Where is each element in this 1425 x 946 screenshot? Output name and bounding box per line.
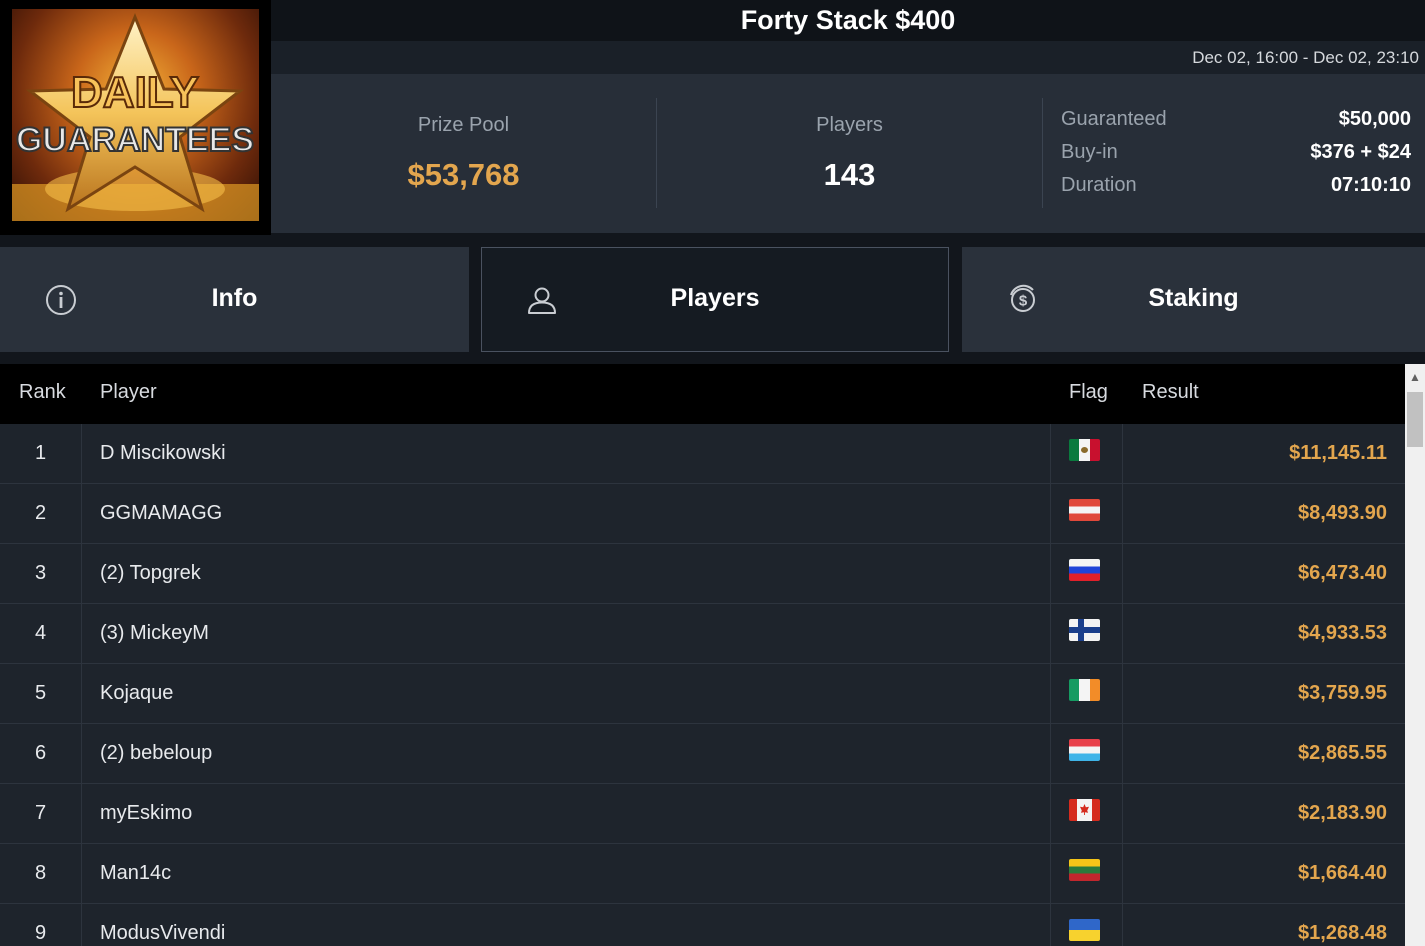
prize-pool-label: Prize Pool <box>417 114 510 136</box>
rank-cell: 5 <box>0 664 82 724</box>
tab-players-label: Players <box>670 284 760 312</box>
buy-in-label: Buy-in <box>1061 141 1118 163</box>
scrollbar-thumb[interactable] <box>1407 392 1423 447</box>
player-name-cell: D Miscikowski <box>100 442 226 464</box>
flag-cell <box>1050 844 1123 904</box>
buy-in-row: Buy-in $376 + $24 <box>1061 141 1411 171</box>
tab-info[interactable]: Info <box>0 247 469 352</box>
player-name-cell: Kojaque <box>100 682 174 704</box>
column-header-result[interactable]: Result <box>1142 381 1199 404</box>
flag-austria-icon <box>1069 499 1100 521</box>
tournament-stats-panel: Prize Pool $53,768 Players 143 Guarantee… <box>271 74 1425 233</box>
logo-text-guarantees: GUARANTEES <box>16 121 254 159</box>
table-row[interactable]: 3 (2) Topgrek $6,473.40 <box>0 544 1405 604</box>
player-name-cell: (2) bebeloup <box>100 742 213 764</box>
result-cell: $3,759.95 <box>1298 682 1387 704</box>
players-count-label: Players <box>816 114 883 136</box>
table-header: Rank Player Flag Result <box>0 364 1405 424</box>
duration-value: 07:10:10 <box>1330 174 1411 196</box>
column-header-player[interactable]: Player <box>100 381 157 404</box>
result-cell: $1,268.48 <box>1298 922 1387 944</box>
player-name-cell: myEskimo <box>100 802 193 824</box>
prize-pool-value: $53,768 <box>407 157 520 192</box>
table-row[interactable]: 9 ModusVivendi $1,268.48 <box>0 904 1405 946</box>
guaranteed-label: Guaranteed <box>1061 108 1167 130</box>
flag-cell <box>1050 544 1123 604</box>
table-row[interactable]: 2 GGMAMAGG $8,493.90 <box>0 484 1405 544</box>
result-cell: $2,183.90 <box>1298 802 1387 824</box>
flag-cell <box>1050 604 1123 664</box>
flag-luxembourg-icon <box>1069 739 1100 761</box>
tab-staking-label: Staking <box>1148 284 1239 312</box>
stat-divider <box>1042 98 1043 208</box>
tournament-date-range: Dec 02, 16:00 - Dec 02, 23:10 <box>271 41 1425 74</box>
column-header-rank[interactable]: Rank <box>19 381 66 404</box>
players-count-value: 143 <box>823 157 876 192</box>
rank-cell: 1 <box>0 424 82 484</box>
table-row[interactable]: 5 Kojaque $3,759.95 <box>0 664 1405 724</box>
rank-cell: 7 <box>0 784 82 844</box>
guaranteed-row: Guaranteed $50,000 <box>1061 108 1411 138</box>
daily-guarantees-logo-image: DAILY GUARANTEES <box>12 9 259 221</box>
table-row[interactable]: 4 (3) MickeyM $4,933.53 <box>0 604 1405 664</box>
flag-cell <box>1050 424 1123 484</box>
result-cell: $6,473.40 <box>1298 562 1387 584</box>
rank-cell: 4 <box>0 604 82 664</box>
players-stat: Players 143 <box>657 74 1042 233</box>
player-name-cell: ModusVivendi <box>100 922 226 944</box>
flag-cell <box>1050 784 1123 844</box>
table-row[interactable]: 1 D Miscikowski $11,145.11 <box>0 424 1405 484</box>
logo-text-daily: DAILY <box>71 68 199 117</box>
table-row[interactable]: 8 Man14c $1,664.40 <box>0 844 1405 904</box>
flag-cell <box>1050 664 1123 724</box>
tab-staking[interactable]: $ Staking <box>962 247 1425 352</box>
tournament-title: Forty Stack $400 <box>271 0 1425 41</box>
flag-lithuania-icon <box>1069 859 1100 881</box>
duration-row: Duration 07:10:10 <box>1061 174 1411 204</box>
player-name-cell: Man14c <box>100 862 172 884</box>
tab-players[interactable]: Players <box>481 247 949 352</box>
result-cell: $8,493.90 <box>1298 502 1387 524</box>
table-row[interactable]: 6 (2) bebeloup $2,865.55 <box>0 724 1405 784</box>
flag-cell <box>1050 904 1123 946</box>
flag-cell <box>1050 724 1123 784</box>
player-name-cell: (3) MickeyM <box>100 622 209 644</box>
buy-in-value: $376 + $24 <box>1310 141 1411 163</box>
player-name-cell: GGMAMAGG <box>100 502 223 524</box>
tournament-logo: DAILY GUARANTEES <box>0 0 271 235</box>
prize-pool-stat: Prize Pool $53,768 <box>271 74 656 233</box>
table-scrollbar[interactable]: ▲ <box>1405 364 1425 946</box>
rank-cell: 8 <box>0 844 82 904</box>
scroll-up-arrow-icon[interactable]: ▲ <box>1405 364 1425 390</box>
flag-cell <box>1050 484 1123 544</box>
table-row[interactable]: 7 myEskimo $2,183.90 <box>0 784 1405 844</box>
flag-canada-icon <box>1069 799 1100 821</box>
result-cell: $11,145.11 <box>1289 442 1387 464</box>
players-table: Rank Player Flag Result 1 D Miscikowski … <box>0 364 1405 946</box>
result-cell: $1,664.40 <box>1298 862 1387 884</box>
flag-ireland-icon <box>1069 679 1100 701</box>
guaranteed-value: $50,000 <box>1338 108 1411 130</box>
rank-cell: 2 <box>0 484 82 544</box>
rank-cell: 3 <box>0 544 82 604</box>
flag-mexico-icon <box>1069 439 1100 461</box>
column-header-flag[interactable]: Flag <box>1069 381 1108 404</box>
result-cell: $4,933.53 <box>1298 622 1387 644</box>
flag-russia-icon <box>1069 559 1100 581</box>
rank-cell: 6 <box>0 724 82 784</box>
duration-label: Duration <box>1061 174 1137 196</box>
rank-cell: 9 <box>0 904 82 946</box>
flag-finland-icon <box>1069 619 1100 641</box>
result-cell: $2,865.55 <box>1298 742 1387 764</box>
tab-info-label: Info <box>211 284 258 312</box>
flag-ukraine-icon <box>1069 919 1100 941</box>
player-name-cell: (2) Topgrek <box>100 562 201 584</box>
